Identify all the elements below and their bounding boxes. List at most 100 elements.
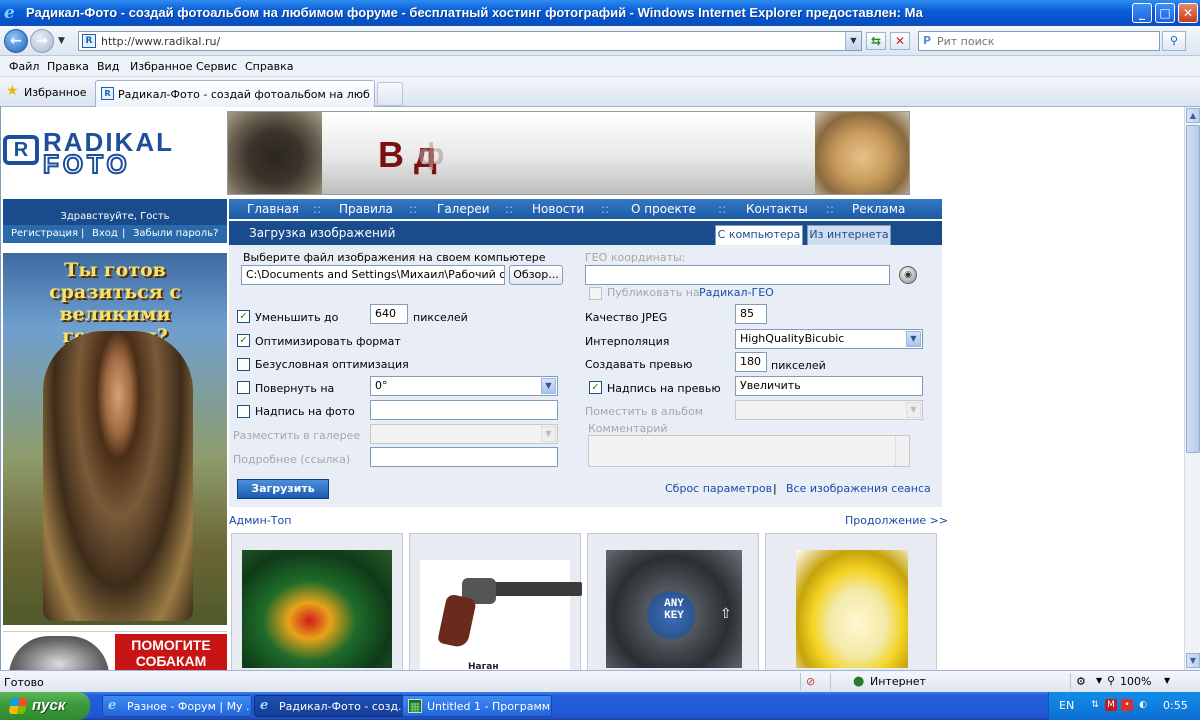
- address-dropdown-icon[interactable]: ▼: [845, 32, 861, 50]
- nav-rules[interactable]: Правила: [339, 202, 393, 216]
- interpolation-select[interactable]: HighQualityBicubic ▼: [735, 329, 923, 349]
- chevron-down-icon[interactable]: ▼: [906, 331, 921, 347]
- forward-button[interactable]: →: [30, 29, 54, 53]
- session-images-link[interactable]: Все изображения сеанса: [786, 482, 931, 495]
- zoom-level[interactable]: 100%: [1120, 675, 1151, 688]
- photo-caption-checkbox[interactable]: [237, 405, 250, 418]
- taskbar-item-program[interactable]: ▦ Untitled 1 - Программ...: [402, 695, 552, 717]
- scroll-down-icon[interactable]: ▼: [1186, 653, 1200, 668]
- thumbnail-card[interactable]: [765, 533, 937, 670]
- page-scrollbar[interactable]: ▲ ▼: [1184, 107, 1200, 670]
- optimize-checkbox[interactable]: ✓: [237, 334, 250, 347]
- album-select[interactable]: ▼: [735, 400, 923, 420]
- popup-blocker-icon[interactable]: ⊘: [806, 675, 815, 688]
- thumbnail-parrot-image[interactable]: [242, 550, 392, 668]
- search-icon[interactable]: ⚲: [1162, 31, 1186, 51]
- tab-from-internet[interactable]: Из интернета: [807, 225, 891, 245]
- tray-network-icon[interactable]: ⇅: [1089, 699, 1101, 711]
- nav-ads[interactable]: Реклама: [852, 202, 905, 216]
- rotate-select[interactable]: 0° ▼: [370, 376, 558, 396]
- thumbnail-card[interactable]: [231, 533, 403, 670]
- scroll-up-icon[interactable]: ▲: [1186, 108, 1200, 123]
- nav-news[interactable]: Новости: [532, 202, 584, 216]
- scrollbar-thumb[interactable]: [1186, 125, 1200, 453]
- zoom-dropdown-icon[interactable]: ▼: [1164, 676, 1170, 685]
- taskbar-item-forum[interactable]: e Разное - Форум | Му ...: [102, 695, 252, 717]
- refresh-icon[interactable]: ⇆: [866, 32, 886, 50]
- reset-params-link[interactable]: Сброс параметров: [665, 482, 772, 495]
- forgot-password-link[interactable]: Забыли пароль?: [133, 228, 218, 239]
- radikal-geo-link[interactable]: Радикал-ГЕО: [699, 286, 774, 299]
- new-tab-button[interactable]: [377, 82, 403, 106]
- unconditional-optimize-checkbox[interactable]: [237, 358, 250, 371]
- favorites-button[interactable]: Избранное: [24, 86, 86, 99]
- tray-volume-icon[interactable]: ◐: [1137, 699, 1149, 711]
- menu-view[interactable]: Вид: [97, 60, 119, 73]
- language-indicator[interactable]: EN: [1059, 699, 1074, 712]
- geo-locate-icon[interactable]: ◉: [899, 266, 917, 284]
- favorites-star-icon[interactable]: ★: [6, 83, 19, 99]
- comment-textarea[interactable]: [588, 435, 910, 467]
- jpeg-quality-input[interactable]: 85: [735, 304, 767, 324]
- nav-contacts[interactable]: Контакты: [746, 202, 808, 216]
- zoom-icon[interactable]: ⚲: [1107, 674, 1115, 687]
- menu-favorites[interactable]: Избранное: [130, 60, 192, 73]
- preview-size-input[interactable]: 180: [735, 352, 767, 372]
- thumbnail-revolver-image[interactable]: Наган: [420, 560, 582, 670]
- menu-tools[interactable]: Сервис: [196, 60, 237, 73]
- nav-galleries[interactable]: Галереи: [437, 202, 490, 216]
- address-url[interactable]: http://www.radikal.ru/: [101, 35, 220, 48]
- reduce-size-input[interactable]: 640: [370, 304, 408, 324]
- back-button[interactable]: ←: [4, 29, 28, 53]
- stop-icon[interactable]: ✕: [890, 32, 910, 50]
- minimize-button[interactable]: _: [1132, 3, 1152, 23]
- menu-edit[interactable]: Правка: [47, 60, 89, 73]
- thumbnail-anykey-image[interactable]: ANY KEY ⇧: [606, 550, 742, 668]
- nav-home[interactable]: Главная: [247, 202, 299, 216]
- upload-button[interactable]: Загрузить: [237, 479, 329, 499]
- admin-top-more-link[interactable]: Продолжение >>: [845, 514, 948, 527]
- protected-mode-icon[interactable]: ⚙: [1076, 675, 1086, 688]
- details-input[interactable]: [370, 447, 558, 467]
- start-button[interactable]: пуск: [0, 692, 90, 720]
- menu-file[interactable]: Файл: [9, 60, 39, 73]
- rotate-checkbox[interactable]: [237, 381, 250, 394]
- protected-mode-dropdown-icon[interactable]: ▼: [1096, 676, 1102, 685]
- thumbnail-card[interactable]: ANY KEY ⇧: [587, 533, 759, 670]
- geo-input[interactable]: [585, 265, 890, 285]
- login-link[interactable]: Вход: [92, 228, 118, 239]
- close-button[interactable]: ✕: [1178, 3, 1198, 23]
- maximize-button[interactable]: □: [1155, 3, 1175, 23]
- file-path-input[interactable]: C:\Documents and Settings\Михаил\Рабочий…: [241, 265, 505, 285]
- menu-help[interactable]: Справка: [245, 60, 293, 73]
- history-dropdown-icon[interactable]: ▼: [58, 36, 65, 46]
- help-dogs-ad[interactable]: ПОМОГИТЕ СОБАКАМ: [3, 631, 227, 670]
- search-input[interactable]: [937, 34, 1152, 48]
- promo-ad[interactable]: Ты готов сразиться с великими героями?: [3, 253, 227, 625]
- chevron-down-icon[interactable]: ▼: [541, 426, 556, 442]
- radikal-logo[interactable]: R RADIKAL FOTO: [3, 129, 227, 179]
- chevron-down-icon[interactable]: ▼: [906, 402, 921, 418]
- preview-caption-checkbox[interactable]: ✓: [589, 381, 602, 394]
- nav-about[interactable]: О проекте: [631, 202, 696, 216]
- preview-caption-input[interactable]: Увеличить: [735, 376, 923, 396]
- tab-from-computer[interactable]: С компьютера: [715, 225, 803, 245]
- taskbar-item-radikal[interactable]: e Радикал-Фото - созд...: [254, 695, 404, 717]
- gallery-select[interactable]: ▼: [370, 424, 558, 444]
- chevron-down-icon[interactable]: ▼: [541, 378, 556, 394]
- ad-banner[interactable]: В д ф: [227, 111, 910, 195]
- browse-button[interactable]: Обзор...: [509, 265, 563, 285]
- search-field[interactable]: P: [918, 31, 1160, 51]
- thumbnail-lemonade-image[interactable]: [796, 550, 908, 668]
- address-field[interactable]: R http://www.radikal.ru/ ▼: [78, 31, 862, 51]
- comment-scrollbar[interactable]: [895, 436, 909, 466]
- reduce-checkbox[interactable]: ✓: [237, 310, 250, 323]
- publish-geo-checkbox[interactable]: [589, 287, 602, 300]
- tray-antivirus-icon[interactable]: M: [1105, 699, 1117, 711]
- browser-tab[interactable]: R Радикал-Фото - создай фотоальбом на лю…: [95, 80, 375, 107]
- photo-caption-input[interactable]: [370, 400, 558, 420]
- tray-app-icon[interactable]: •: [1121, 699, 1133, 711]
- thumbnail-card[interactable]: Наган: [409, 533, 582, 670]
- admin-top-title[interactable]: Админ-Топ: [229, 514, 291, 527]
- register-link[interactable]: Регистрация: [11, 228, 78, 239]
